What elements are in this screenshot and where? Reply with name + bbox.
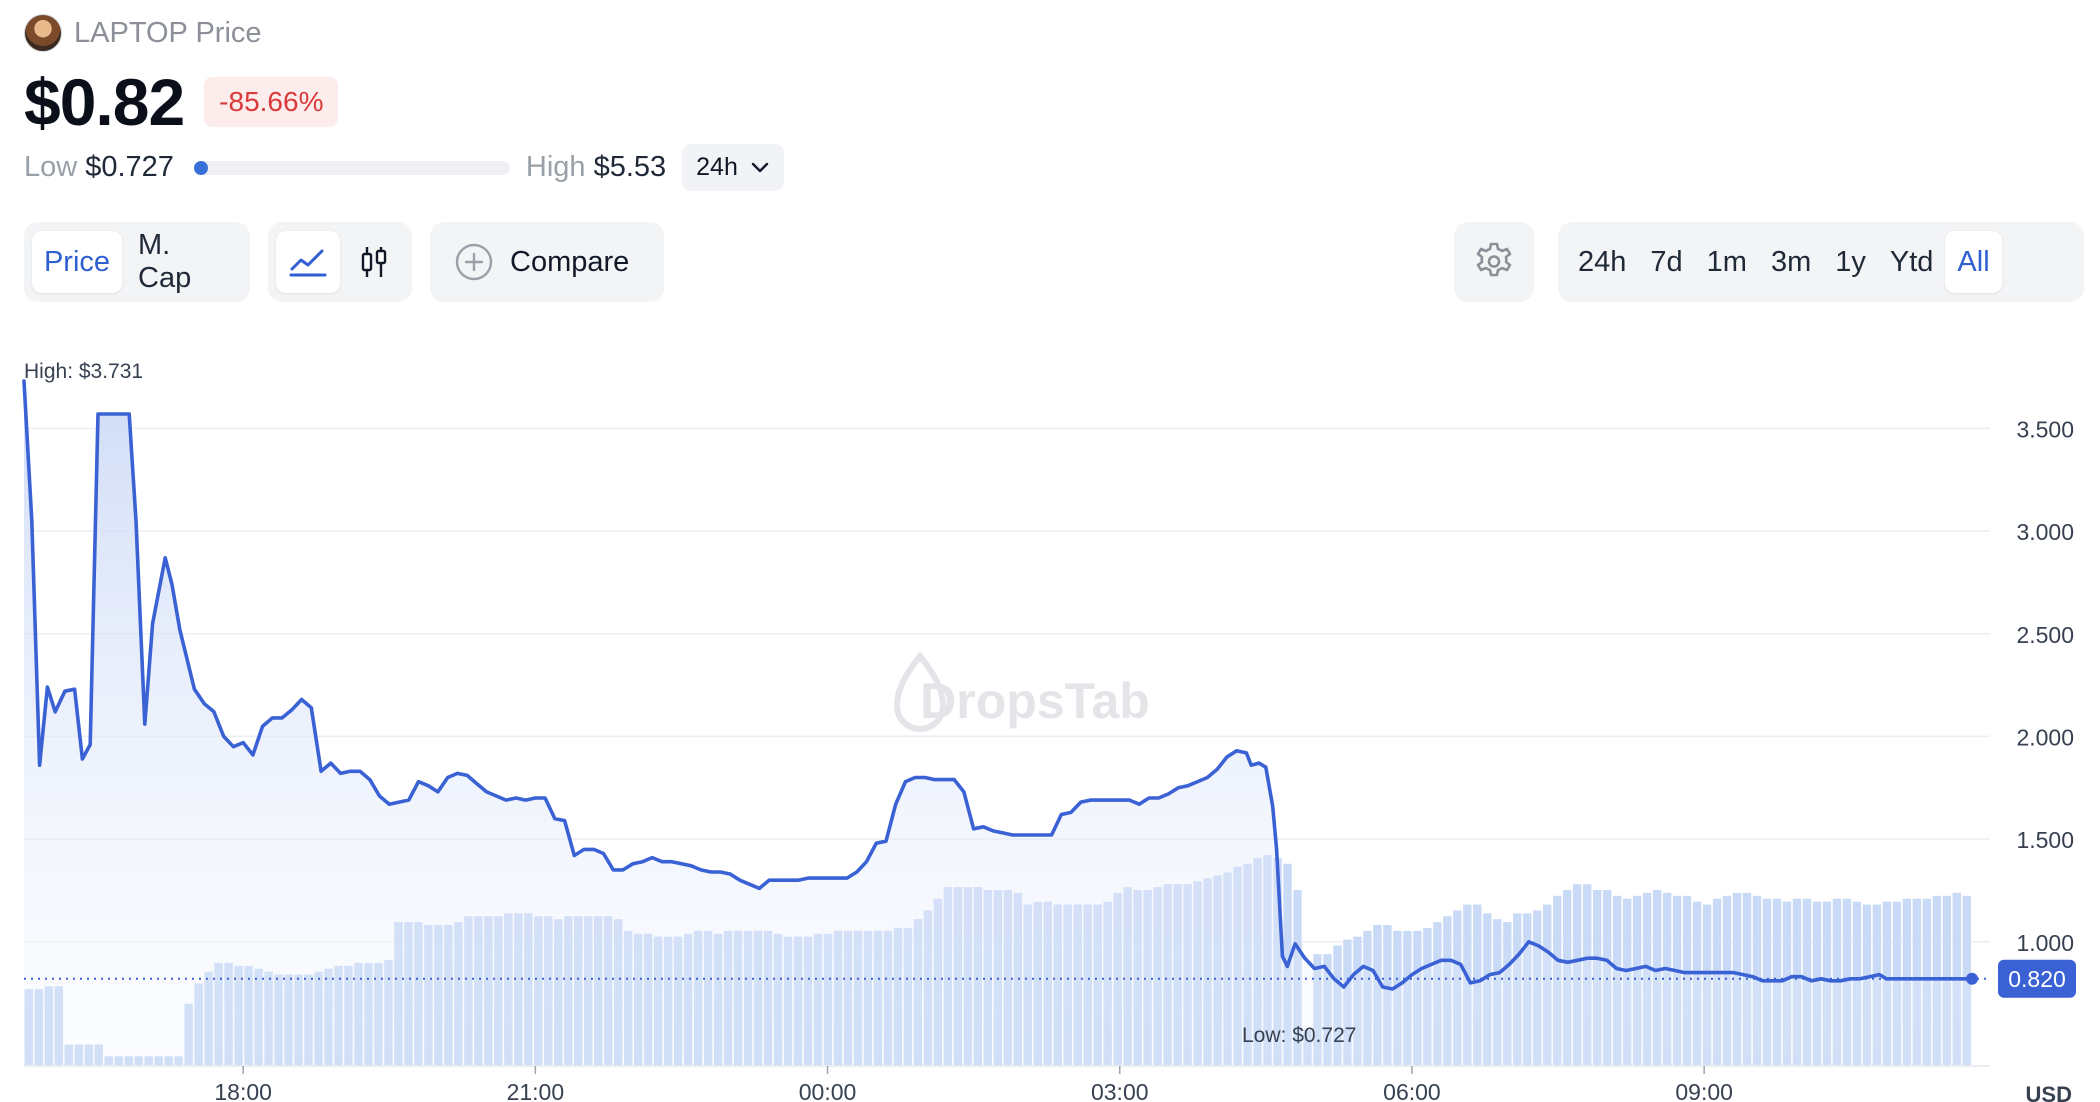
watermark-text: DropsTab <box>920 673 1150 729</box>
range-track <box>193 160 510 175</box>
chevron-down-icon <box>751 162 769 172</box>
y-tick-label: 1.000 <box>2016 930 2074 956</box>
price-range: Low $0.727 High $5.53 24h <box>24 144 784 191</box>
metric-toggle: Price M. Cap <box>24 222 250 302</box>
current-price-label: 0.820 <box>2008 966 2066 992</box>
line-chart-button[interactable] <box>276 231 340 293</box>
x-tick-label: 00:00 <box>799 1079 857 1102</box>
timeframe-ytd[interactable]: Ytd <box>1878 231 1946 293</box>
current-price: $0.82 <box>24 65 185 139</box>
price-row: $0.82 -85.66% <box>24 64 339 140</box>
timeframe-selector: 24h 7d 1m 3m 1y Ytd All <box>1558 222 2084 302</box>
x-tick-label: 03:00 <box>1091 1079 1149 1102</box>
y-tick-label: 1.500 <box>2016 827 2074 853</box>
chart-toolbar: Price M. Cap Compare 24h 7d 1m 3m 1y Ytd… <box>24 222 2084 304</box>
price-chart-svg: 1.000 1.500 2.000 2.500 3.000 3.500 DropsTab 0.… <box>22 360 2076 1102</box>
timeframe-all[interactable]: All <box>1945 231 2002 293</box>
y-tick-label: 3.000 <box>2016 519 2074 545</box>
token-header: LAPTOP Price <box>24 14 262 52</box>
range-marker <box>193 160 208 175</box>
tab-market-cap[interactable]: M. Cap <box>126 229 242 294</box>
y-tick-label: 3.500 <box>2016 416 2074 442</box>
chart-type-toggle <box>268 222 412 302</box>
range-period-select[interactable]: 24h <box>682 144 784 191</box>
settings-button[interactable] <box>1454 222 1534 302</box>
current-price-dot <box>1966 972 1978 985</box>
timeframe-7d[interactable]: 7d <box>1638 231 1694 293</box>
low-value: $0.727 <box>85 151 174 183</box>
high-label: High <box>525 151 586 183</box>
y-tick-label: 2.500 <box>2016 622 2074 648</box>
candlestick-icon <box>361 247 387 277</box>
x-tick-label: 06:00 <box>1383 1079 1441 1102</box>
plus-circle-icon <box>455 243 493 281</box>
low-label: Low <box>24 151 78 183</box>
low-annotation: Low: $0.727 <box>1242 1024 1356 1047</box>
high-value: $5.53 <box>593 151 667 183</box>
token-avatar <box>24 14 62 52</box>
high-annotation: High: $3.731 <box>24 360 143 383</box>
currency-label: USD <box>2026 1082 2072 1102</box>
timeframe-3m[interactable]: 3m <box>1759 231 1823 293</box>
y-tick-label: 2.000 <box>2016 724 2074 750</box>
compare-button[interactable]: Compare <box>430 222 664 302</box>
compare-label: Compare <box>510 245 630 278</box>
timeframe-1y[interactable]: 1y <box>1823 231 1878 293</box>
gear-icon <box>1476 242 1512 277</box>
line-chart-icon <box>289 249 327 277</box>
tab-price[interactable]: Price <box>32 231 122 293</box>
x-tick-label: 09:00 <box>1675 1079 1733 1102</box>
x-tick-label: 21:00 <box>507 1079 565 1102</box>
range-period-value: 24h <box>696 153 738 181</box>
x-tick-label: 18:00 <box>214 1079 272 1102</box>
price-change-badge: -85.66% <box>204 77 339 127</box>
candlestick-button[interactable] <box>344 231 404 293</box>
price-chart[interactable]: 1.000 1.500 2.000 2.500 3.000 3.500 DropsTab 0.… <box>0 340 2100 1102</box>
timeframe-24h[interactable]: 24h <box>1566 231 1638 293</box>
timeframe-1m[interactable]: 1m <box>1695 231 1759 293</box>
token-name: LAPTOP Price <box>74 16 262 49</box>
